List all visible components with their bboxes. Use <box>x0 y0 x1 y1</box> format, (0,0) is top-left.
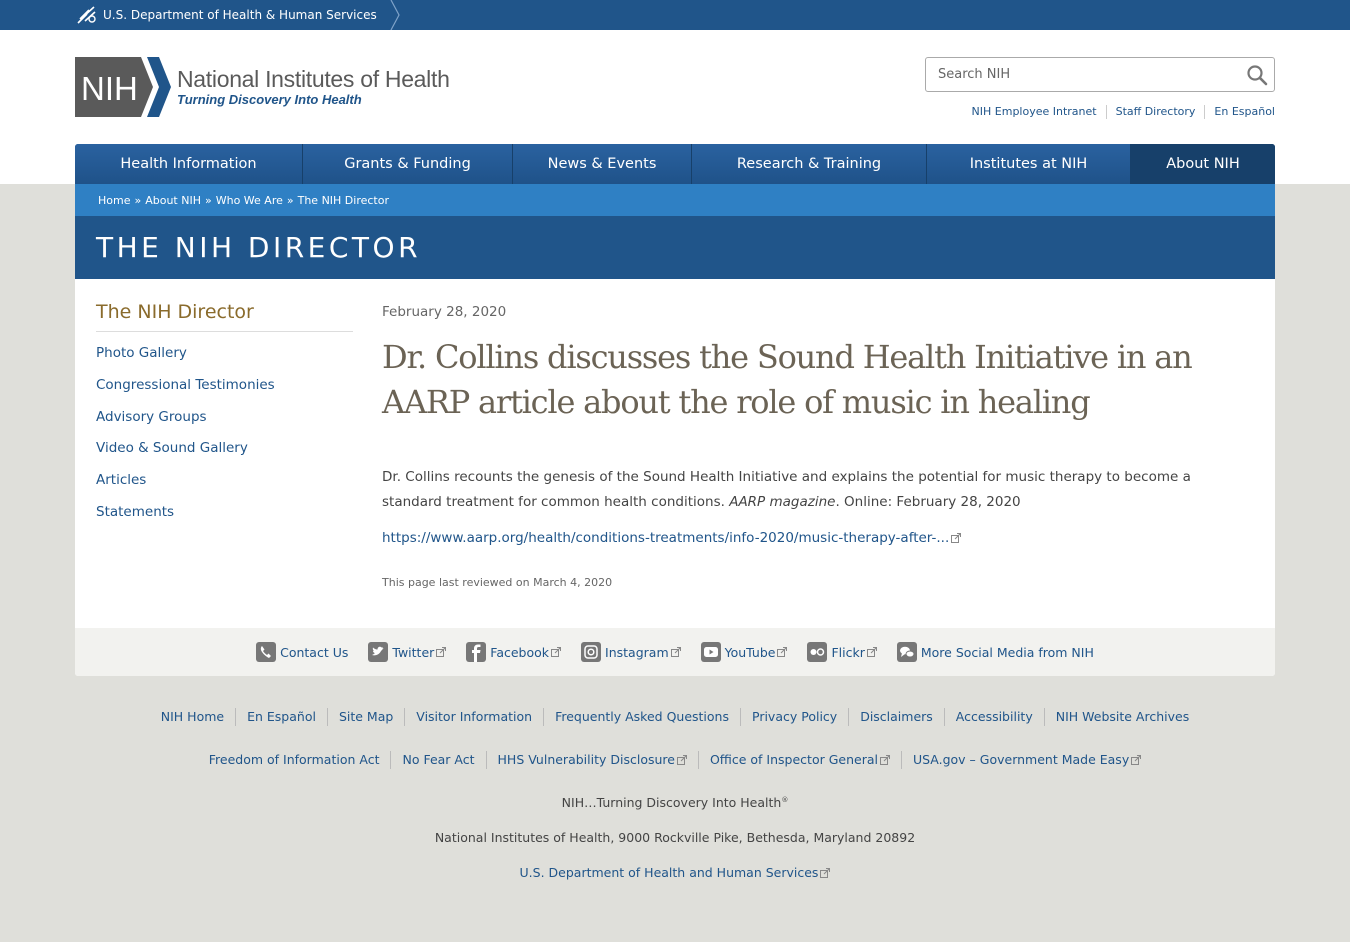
footer-link-accessibility[interactable]: Accessibility <box>943 708 1044 726</box>
facebook-icon <box>466 642 487 662</box>
flickr-icon <box>807 642 828 662</box>
external-link-icon <box>676 755 687 765</box>
external-link-icon <box>1131 755 1142 765</box>
page-title: THE NIH DIRECTOR <box>75 216 1275 279</box>
breadcrumb-current: The NIH Director <box>297 193 389 207</box>
registered-mark: ® <box>781 795 789 804</box>
sidebar-item-advisory-groups[interactable]: Advisory Groups <box>96 409 207 425</box>
nav-news-events[interactable]: News & Events <box>513 144 692 184</box>
footer-link-no-fear[interactable]: No Fear Act <box>390 751 485 769</box>
external-link-icon <box>879 755 890 765</box>
external-link-icon <box>866 647 877 657</box>
search-input[interactable] <box>926 58 1226 91</box>
hhs-banner: U.S. Department of Health & Human Servic… <box>0 0 1350 30</box>
logo-title: National Institutes of Health <box>177 66 450 92</box>
last-reviewed: This page last reviewed on March 4, 2020 <box>382 576 613 589</box>
search-icon[interactable] <box>1246 64 1268 86</box>
twitter-icon <box>368 642 389 662</box>
social-instagram[interactable]: Instagram <box>581 642 681 662</box>
instagram-icon <box>581 642 602 662</box>
footer-link-faq[interactable]: Frequently Asked Questions <box>543 708 740 726</box>
sidebar: The NIH Director Photo Gallery Congressi… <box>96 301 353 536</box>
external-link-icon <box>551 647 562 657</box>
svg-text:NIH: NIH <box>81 70 138 107</box>
util-link-espanol[interactable]: En Español <box>1204 105 1275 119</box>
footer-hhs: U.S. Department of Health and Human Serv… <box>0 865 1350 880</box>
footer-link-inspector-general[interactable]: Office of Inspector General <box>697 751 901 769</box>
footer-link-visitor-info[interactable]: Visitor Information <box>404 708 543 726</box>
nav-grants-funding[interactable]: Grants & Funding <box>303 144 513 184</box>
sidebar-item-articles[interactable]: Articles <box>96 472 146 488</box>
sidebar-title[interactable]: The NIH Director <box>96 301 353 332</box>
footer-link-usagov[interactable]: USA.gov – Government Made Easy <box>900 751 1152 769</box>
breadcrumb-home[interactable]: Home <box>98 194 130 207</box>
nav-institutes[interactable]: Institutes at NIH <box>927 144 1131 184</box>
footer-links-secondary: Freedom of Information Act No Fear Act H… <box>0 751 1350 769</box>
footer-tagline: NIH…Turning Discovery Into Health® <box>561 795 789 810</box>
footer-links-primary: NIH Home En Español Site Map Visitor Inf… <box>0 708 1350 726</box>
hhs-link[interactable]: U.S. Department of Health & Human Servic… <box>75 0 403 30</box>
article-external-link[interactable]: https://www.aarp.org/health/conditions-t… <box>382 530 949 546</box>
youtube-icon <box>700 642 721 662</box>
nih-logo[interactable]: NIH National Institutes of Health Turnin… <box>75 57 450 117</box>
footer-link-hhs[interactable]: U.S. Department of Health and Human Serv… <box>520 865 831 880</box>
breadcrumb-about-nih[interactable]: About NIH <box>145 194 201 207</box>
breadcrumb-separator: » <box>286 193 294 207</box>
footer-link-site-map[interactable]: Site Map <box>326 708 404 726</box>
sidebar-item-photo-gallery[interactable]: Photo Gallery <box>96 345 187 361</box>
external-link-icon <box>820 867 831 878</box>
footer-link-nih-home[interactable]: NIH Home <box>150 708 235 726</box>
page-container: Home » About NIH » Who We Are » The NIH … <box>75 184 1275 676</box>
breadcrumb-separator: » <box>134 193 142 207</box>
sidebar-item-video-sound[interactable]: Video & Sound Gallery <box>96 440 248 456</box>
social-more-media[interactable]: More Social Media from NIH <box>896 642 1094 662</box>
footer-link-vulnerability[interactable]: HHS Vulnerability Disclosure <box>485 751 698 769</box>
hhs-eagle-icon <box>77 6 96 24</box>
site-header: NIH National Institutes of Health Turnin… <box>0 30 1350 184</box>
article-body: Dr. Collins recounts the genesis of the … <box>382 469 1191 510</box>
footer-link-espanol[interactable]: En Español <box>235 708 327 726</box>
article: February 28, 2020 Dr. Collins discusses … <box>382 304 1242 589</box>
utility-links: NIH Employee Intranet Staff Directory En… <box>963 105 1275 119</box>
article-source: AARP magazine <box>729 494 836 510</box>
breadcrumb-separator: » <box>204 193 212 207</box>
util-link-intranet[interactable]: NIH Employee Intranet <box>963 105 1106 119</box>
breadcrumb-who-we-are[interactable]: Who We Are <box>216 194 283 207</box>
logo-tagline: Turning Discovery Into Health <box>177 92 362 107</box>
social-twitter[interactable]: Twitter <box>368 642 447 662</box>
nih-logo-mark: NIH <box>75 57 171 117</box>
external-link-icon <box>436 647 447 657</box>
article-date: February 28, 2020 <box>382 304 507 320</box>
main-nav: Health Information Grants & Funding News… <box>75 144 1275 184</box>
external-link-icon <box>951 533 962 543</box>
hhs-label: U.S. Department of Health & Human Servic… <box>103 8 377 22</box>
nav-health-information[interactable]: Health Information <box>75 144 303 184</box>
nav-research-training[interactable]: Research & Training <box>692 144 927 184</box>
footer-link-archives[interactable]: NIH Website Archives <box>1043 708 1201 726</box>
social-media-icon <box>896 642 917 662</box>
social-flickr[interactable]: Flickr <box>807 642 877 662</box>
article-headline: Dr. Collins discusses the Sound Health I… <box>382 338 1193 421</box>
footer-address: National Institutes of Health, 9000 Rock… <box>434 830 916 845</box>
footer-link-disclaimers[interactable]: Disclaimers <box>848 708 944 726</box>
sidebar-item-testimonies[interactable]: Congressional Testimonies <box>96 377 275 393</box>
social-bar: Contact Us Twitter Facebook Instagram Yo… <box>75 628 1275 676</box>
chevron-right-icon <box>390 0 400 30</box>
search-box <box>925 57 1275 92</box>
util-link-staff-directory[interactable]: Staff Directory <box>1105 105 1205 119</box>
external-link-icon <box>670 647 681 657</box>
nav-about-nih[interactable]: About NIH <box>1131 144 1275 184</box>
social-contact-us[interactable]: Contact Us <box>256 642 348 662</box>
social-youtube[interactable]: YouTube <box>700 642 788 662</box>
external-link-icon <box>777 647 788 657</box>
footer-link-foia[interactable]: Freedom of Information Act <box>198 751 391 769</box>
social-facebook[interactable]: Facebook <box>466 642 562 662</box>
footer-link-privacy[interactable]: Privacy Policy <box>740 708 848 726</box>
phone-icon <box>256 642 277 662</box>
breadcrumb: Home » About NIH » Who We Are » The NIH … <box>75 184 1275 216</box>
sidebar-item-statements[interactable]: Statements <box>96 504 174 520</box>
